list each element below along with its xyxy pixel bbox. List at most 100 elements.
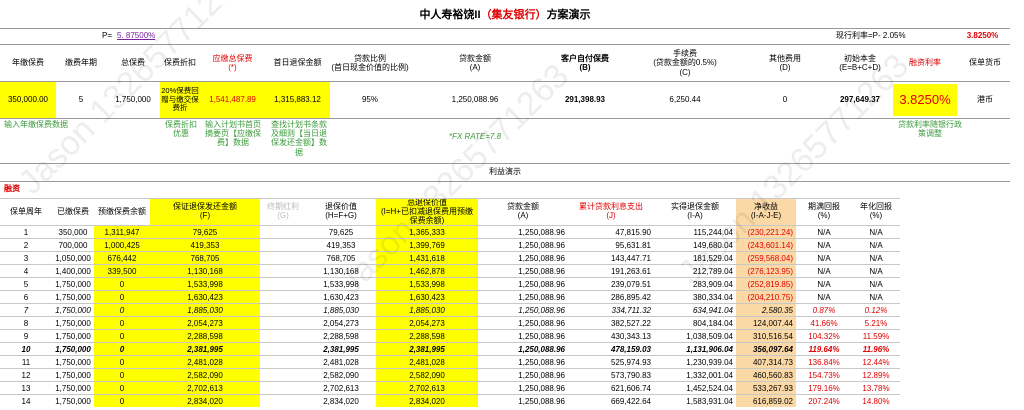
val-fin-rate[interactable]: 3.8250% [893,84,957,116]
cell-annual-return: 13.78% [852,381,900,395]
cell-surrender-value: 1,130,168 [306,264,376,278]
cell-net-profit: 460,560.83 [736,368,796,382]
cell-maturity-return: 207.24% [796,394,852,408]
cell-maturity-return: N/A [796,225,852,239]
hdr-self-pay: 客户自付保费 (B) [561,53,609,72]
cell-loan-interest: 525,974.93 [568,355,654,369]
hdr-loan-ratio: 贷款比例 (首日现金价值的比例) [331,53,409,72]
hdr-other: 其他费用 (D) [769,53,801,72]
val-fee: 6,250.44 [669,95,701,105]
cell-paid-premium: 1,750,000 [52,368,94,382]
cell-policy-year: 3 [0,251,52,265]
section-label: 利益演示 [489,167,521,177]
cell-net-profit: (230,221.24) [736,225,796,239]
cell-net-profit: (259,568.04) [736,251,796,265]
val-payable[interactable]: 1,541,487.89 [200,82,265,118]
table-row: 12 1,750,000 0 2,582,090 2,582,090 2,582,090 1… [0,368,900,382]
spreadsheet: 中人寿裕饶II （集友银行） 方案演示 P= 5. 87500% 现行利率=P- 2… [0,0,1024,410]
p-value[interactable]: 5. 87500% [113,29,193,43]
th-terminal-bonus: 终期红利 (G) [260,197,306,226]
cell-loan-amount: 1,250,088.96 [478,225,568,239]
cell-policy-year: 8 [0,316,52,330]
cell-policy-year: 14 [0,394,52,408]
val-day1[interactable]: 1,315,883.12 [265,82,330,118]
cell-maturity-return: N/A [796,277,852,291]
cell-maturity-return: 104.32% [796,329,852,343]
cell-loan-interest: 430,343.13 [568,329,654,343]
th-loan-interest: 累计贷款利息支出 (J) [568,197,654,226]
cell-prepaid-balance: 0 [94,290,150,304]
cell-terminal-bonus [260,277,306,291]
cell-annual-return: N/A [852,225,900,239]
cell-surrender-value: 1,630,423 [306,290,376,304]
cell-total-surrender: 2,288,598 [376,329,478,343]
cell-loan-amount: 1,250,088.96 [478,342,568,356]
cell-total-surrender: 2,702,613 [376,381,478,395]
cell-annual-return: 14.80% [852,394,900,408]
val-self-pay: 291,398.93 [564,95,606,105]
cell-prepaid-balance: 0 [94,316,150,330]
th-total-surrender: 总退保价值 (I=H+已扣减退保费用预缴保费余额) [376,197,478,226]
cell-surrender-value: 419,353 [306,238,376,252]
th-prepaid-balance: 预缴保费余额 [94,197,150,226]
cell-guaranteed-surrender: 1,533,998 [150,277,260,291]
cell-policy-year: 9 [0,329,52,343]
table-row: 4 1,400,000 339,500 1,130,168 1,130,168 1,462… [0,264,900,278]
cell-net-surrender: 1,452,524.04 [654,381,736,395]
cell-guaranteed-surrender: 1,630,423 [150,290,260,304]
cell-guaranteed-surrender: 1,885,030 [150,303,260,317]
val-discount[interactable]: 20%保费回赠与缴交保费折 [160,82,200,118]
hdr-total: 总保费 [121,58,145,68]
cell-total-surrender: 1,365,333 [376,225,478,239]
hdr-period: 缴费年期 [65,58,97,68]
cell-net-surrender: 1,332,001.04 [654,368,736,382]
cell-loan-interest: 47,815.90 [568,225,654,239]
cell-prepaid-balance: 0 [94,277,150,291]
cell-net-surrender: 1,038,509.04 [654,329,736,343]
cell-terminal-bonus [260,381,306,395]
cell-terminal-bonus [260,355,306,369]
hdr-currency: 保单货币 [969,58,1001,68]
hdr-initial: 初始本金 (E=B+C+D) [839,53,881,72]
cell-surrender-value: 1,885,030 [306,303,376,317]
cell-net-surrender: 804,184.04 [654,316,736,330]
cell-loan-interest: 573,790.83 [568,368,654,382]
th-annual-return: 年化回报 (%) [852,197,900,226]
cell-paid-premium: 350,000 [52,225,94,239]
val-currency: 港币 [977,95,993,105]
cell-net-profit: (204,210.75) [736,290,796,304]
cell-paid-premium: 1,400,000 [52,264,94,278]
cell-loan-interest: 478,159.03 [568,342,654,356]
th-surrender-value: 退保价值 (H=F+G) [306,197,376,226]
val-period: 5 [78,95,84,105]
cell-surrender-value: 768,705 [306,251,376,265]
cell-total-surrender: 1,885,030 [376,303,478,317]
th-paid-premium: 已缴保费 [52,197,94,226]
cell-policy-year: 10 [0,342,52,356]
note-day1: 查找计划书条款及细则【当日退保发还金额】数据 [271,120,327,157]
th-net-profit: 净收益 (I-A-J-E) [736,197,796,226]
cell-net-surrender: 149,680.04 [654,238,736,252]
cell-maturity-return: 0.87% [796,303,852,317]
benefit-table: 保单周年 已缴保费 预缴保费余额 保证退保发还金额 (F) 终期红利 (G) 退保价值 (… [0,197,900,408]
val-annual[interactable]: 350,000.00 [0,82,56,118]
cell-terminal-bonus [260,225,306,239]
cell-loan-amount: 1,250,088.96 [478,251,568,265]
table-row: 13 1,750,000 0 2,702,613 2,702,613 2,702,613 1… [0,381,900,395]
cell-annual-return: N/A [852,264,900,278]
cell-annual-return: N/A [852,290,900,304]
cell-net-profit: (243,601.14) [736,238,796,252]
cell-annual-return: 5.21% [852,316,900,330]
cell-annual-return: N/A [852,238,900,252]
cell-net-profit: 2,580.35 [736,303,796,317]
cell-policy-year: 2 [0,238,52,252]
hdr-fee: 手续费 (贷款金额的0.5%) (C) [653,49,717,77]
val-loan-amount: 1,250,088.96 [451,95,499,105]
cell-loan-amount: 1,250,088.96 [478,394,568,408]
cell-loan-interest: 191,263.61 [568,264,654,278]
val-initial: 297,649.37 [839,95,881,105]
cell-prepaid-balance: 0 [94,342,150,356]
cell-surrender-value: 2,381,995 [306,342,376,356]
cell-net-surrender: 181,529.04 [654,251,736,265]
cell-paid-premium: 1,750,000 [52,290,94,304]
